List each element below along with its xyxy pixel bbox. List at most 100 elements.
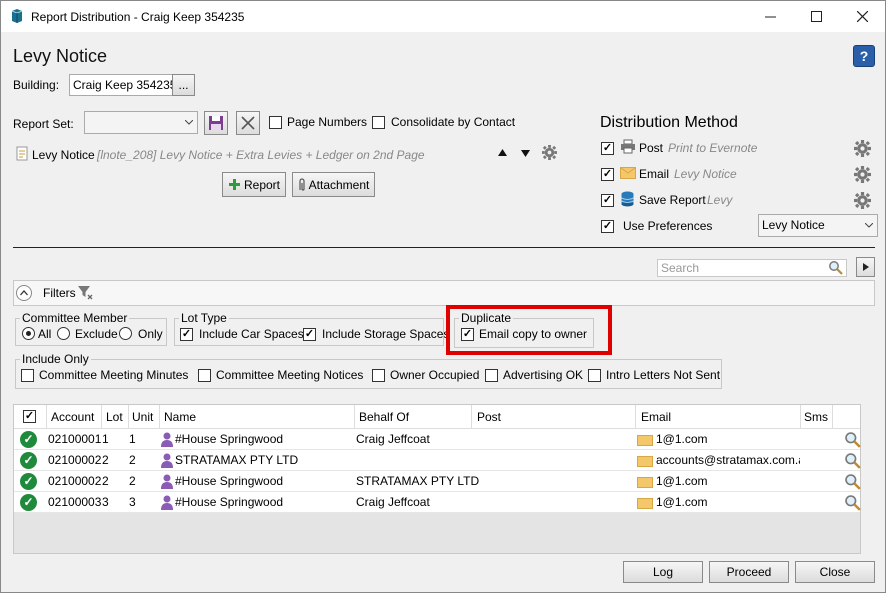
status-ok-icon: ✓ <box>20 494 37 511</box>
committee-all-radio[interactable] <box>22 327 35 340</box>
col-sms[interactable]: Sms <box>804 410 828 424</box>
search-icon[interactable] <box>828 260 843 275</box>
row-email: 1@1.com <box>656 495 708 509</box>
col-name[interactable]: Name <box>164 410 196 424</box>
use-preferences-label: Use Preferences <box>623 219 713 233</box>
preferences-value: Levy Notice <box>762 218 825 232</box>
table-row[interactable]: ✓ 02100002 2 2 #House Springwood STRATAM… <box>14 471 861 492</box>
col-behalf-of[interactable]: Behalf Of <box>359 410 409 424</box>
post-checkbox[interactable]: ✓ <box>601 142 614 155</box>
row-lot: 2 <box>102 453 109 467</box>
include-storage-spaces-checkbox[interactable]: ✓ <box>303 328 316 341</box>
save-report-checkbox[interactable]: ✓ <box>601 194 614 207</box>
distribution-title: Distribution Method <box>600 114 738 131</box>
move-up-icon[interactable] <box>498 149 507 156</box>
report-settings-gear-icon[interactable] <box>542 145 557 160</box>
building-label: Building: <box>13 78 60 92</box>
advertising-ok-label: Advertising OK <box>503 368 584 382</box>
row-name: STRATAMAX PTY LTD <box>175 453 299 467</box>
delete-x-icon <box>241 116 255 130</box>
floppy-disk-icon <box>209 116 223 130</box>
recipients-table: ✓ Account Lot Unit Name Behalf Of Post E… <box>13 404 861 554</box>
row-unit: 1 <box>129 432 136 446</box>
window-title: Report Distribution - Craig Keep 354235 <box>31 10 245 24</box>
row-account: 02100003 <box>48 495 102 509</box>
row-behalf-of: Craig Jeffcoat <box>356 495 430 509</box>
table-row[interactable]: ✓ 02100003 3 3 #House Springwood Craig J… <box>14 492 861 513</box>
printer-icon <box>621 139 635 154</box>
report-document-icon <box>16 146 28 161</box>
intro-letters-checkbox[interactable] <box>588 369 601 382</box>
consolidate-checkbox[interactable] <box>372 116 385 129</box>
view-search-icon[interactable] <box>844 452 861 469</box>
view-search-icon[interactable] <box>844 494 861 511</box>
chevron-down-icon <box>865 223 873 228</box>
building-field[interactable]: Craig Keep 354235 <box>69 74 176 96</box>
row-unit: 2 <box>129 453 136 467</box>
committee-member-title: Committee Member <box>20 311 130 325</box>
save-settings-gear-icon[interactable] <box>854 192 871 209</box>
add-report-button[interactable]: Report <box>222 172 286 197</box>
committee-notices-label: Committee Meeting Notices <box>216 368 364 382</box>
proceed-button[interactable]: Proceed <box>709 561 789 583</box>
email-detail: Levy Notice <box>674 167 737 181</box>
table-header: ✓ Account Lot Unit Name Behalf Of Post E… <box>14 405 860 429</box>
consolidate-label: Consolidate by Contact <box>391 115 516 129</box>
col-lot[interactable]: Lot <box>106 410 123 424</box>
preferences-select[interactable]: Levy Notice <box>758 214 878 237</box>
expand-panel-button[interactable] <box>856 257 875 277</box>
attachment-button[interactable]: Attachment <box>292 172 375 197</box>
close-button[interactable]: Close <box>795 561 875 583</box>
plus-icon <box>228 179 240 190</box>
committee-minutes-checkbox[interactable] <box>21 369 34 382</box>
table-row[interactable]: ✓ 02100002 2 2 STRATAMAX PTY LTD account… <box>14 450 861 471</box>
owner-occupied-checkbox[interactable] <box>372 369 385 382</box>
select-all-checkbox[interactable]: ✓ <box>23 410 36 423</box>
email-settings-gear-icon[interactable] <box>854 166 871 183</box>
attachment-label: Attachment <box>308 177 370 192</box>
email-label: Email <box>639 167 670 181</box>
log-button[interactable]: Log <box>623 561 703 583</box>
report-set-select[interactable] <box>84 111 198 134</box>
envelope-icon <box>637 477 653 488</box>
filters-bar[interactable]: Filters <box>13 280 875 306</box>
collapse-up-icon[interactable] <box>15 284 33 302</box>
intro-letters-label: Intro Letters Not Sent <box>606 368 721 382</box>
chevron-down-icon <box>185 120 193 125</box>
building-browse-button[interactable]: ... <box>172 74 195 96</box>
include-only-title: Include Only <box>20 352 91 366</box>
delete-report-set-button[interactable] <box>236 111 260 135</box>
maximize-button[interactable] <box>793 1 839 32</box>
row-name: #House Springwood <box>175 432 284 446</box>
close-window-button[interactable] <box>839 1 885 32</box>
search-input[interactable]: Search <box>657 259 847 277</box>
use-preferences-checkbox[interactable]: ✓ <box>601 220 614 233</box>
committee-all-label: All <box>38 327 52 341</box>
email-copy-to-owner-checkbox[interactable]: ✓ <box>461 328 474 341</box>
post-settings-gear-icon[interactable] <box>854 140 871 157</box>
col-unit[interactable]: Unit <box>132 410 153 424</box>
table-row[interactable]: ✓ 02100001 1 1 #House Springwood Craig J… <box>14 429 861 450</box>
committee-notices-checkbox[interactable] <box>198 369 211 382</box>
col-account[interactable]: Account <box>51 410 94 424</box>
email-copy-to-owner-label: Email copy to owner <box>479 327 588 341</box>
view-search-icon[interactable] <box>844 473 861 490</box>
committee-only-label: Only <box>138 327 163 341</box>
include-car-spaces-checkbox[interactable]: ✓ <box>180 328 193 341</box>
advertising-ok-checkbox[interactable] <box>485 369 498 382</box>
move-down-icon[interactable] <box>521 150 530 157</box>
email-checkbox[interactable]: ✓ <box>601 168 614 181</box>
include-storage-spaces-label: Include Storage Spaces <box>322 327 450 341</box>
report-item-name[interactable]: Levy Notice <box>32 148 95 162</box>
committee-exclude-radio[interactable] <box>57 327 70 340</box>
help-button[interactable]: ? <box>853 45 875 67</box>
save-report-label: Save Report <box>639 193 706 207</box>
committee-only-radio[interactable] <box>119 327 132 340</box>
col-email[interactable]: Email <box>641 410 671 424</box>
save-report-set-button[interactable] <box>204 111 228 135</box>
view-search-icon[interactable] <box>844 431 861 448</box>
col-post[interactable]: Post <box>477 410 501 424</box>
duplicate-title: Duplicate <box>459 311 514 325</box>
minimize-button[interactable] <box>747 1 793 32</box>
page-numbers-checkbox[interactable] <box>269 116 282 129</box>
